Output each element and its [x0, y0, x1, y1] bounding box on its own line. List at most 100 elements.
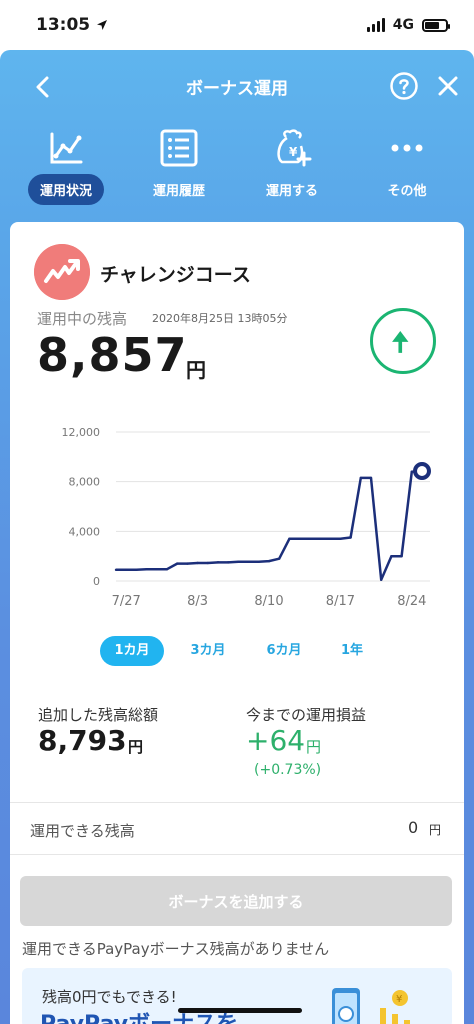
data-point	[267, 559, 271, 563]
series-line	[116, 469, 423, 582]
divider	[10, 802, 464, 803]
data-point	[339, 537, 342, 540]
status-right: 4G	[366, 17, 450, 33]
balance-chart: 0 4,000 8,000 12,000 7/27 8/3 8/10 8/17 8/24	[20, 414, 460, 624]
tab-label: 運用する	[265, 184, 319, 199]
location-arrow-icon	[97, 20, 108, 30]
balance-date: 2020年8月25日 13時05分	[152, 312, 288, 325]
data-point	[329, 537, 332, 540]
period-1-month[interactable]: 1カ月	[100, 636, 164, 666]
period-3-months[interactable]: 3カ月	[176, 636, 240, 666]
page-title: ボーナス運用	[186, 78, 288, 99]
data-point	[206, 561, 209, 565]
promo-illustration: ¥	[332, 988, 410, 1024]
x-tick-label: 8/24	[397, 594, 426, 609]
home-indicator	[178, 1008, 302, 1013]
data-point	[114, 568, 118, 572]
y-tick-label: 4,000	[69, 525, 101, 538]
trend-up-icon	[34, 244, 90, 300]
available-balance-unit: 円	[429, 823, 442, 837]
svg-text:¥: ¥	[396, 994, 402, 1005]
data-point	[298, 537, 301, 540]
list-icon	[160, 129, 198, 167]
data-point	[410, 470, 413, 473]
data-point	[165, 568, 169, 571]
profit-percent: (+0.73%)	[254, 762, 322, 778]
chart-svg: 0 4,000 8,000 12,000 7/27 8/3 8/10 8/17 8/24	[62, 426, 431, 609]
data-point	[349, 536, 352, 539]
available-balance-label: 運用できる残高	[30, 822, 135, 840]
data-point	[135, 568, 138, 572]
svg-text:¥: ¥	[289, 145, 298, 159]
promo-line1: 残高0円でもできる!	[42, 988, 177, 1006]
data-point	[125, 568, 128, 572]
x-tick-label: 8/10	[254, 594, 283, 609]
data-point	[318, 537, 322, 540]
balance-unit: 円	[186, 358, 206, 382]
data-point	[369, 476, 373, 480]
profit-unit: 円	[306, 738, 322, 756]
up-arrow-icon	[370, 308, 436, 374]
balance-amount: 8,857	[37, 328, 188, 382]
data-point	[186, 562, 189, 565]
signal-icon	[366, 18, 385, 32]
available-balance-value: 0	[408, 818, 419, 837]
back-icon[interactable]	[28, 72, 58, 102]
added-total-label: 追加した残高総額	[38, 706, 159, 724]
data-point	[176, 562, 179, 565]
data-point	[278, 557, 281, 560]
data-point	[227, 561, 230, 564]
help-icon[interactable]	[389, 71, 419, 101]
data-point	[196, 561, 199, 565]
data-point	[359, 476, 362, 480]
clock: 13:05	[36, 15, 91, 35]
more-icon	[391, 144, 423, 152]
x-tick-label: 8/3	[187, 594, 208, 609]
current-value-marker	[413, 462, 431, 481]
balance-label: 運用中の残高	[37, 310, 128, 328]
data-point	[288, 537, 291, 540]
data-point	[155, 568, 158, 571]
y-tick-label: 8,000	[69, 476, 101, 489]
data-point	[216, 561, 220, 564]
tab-label: 運用履歴	[152, 184, 206, 199]
period-1-year[interactable]: 1年	[320, 636, 384, 666]
no-bonus-message: 運用できるPayPayボーナス残高がありません	[22, 940, 330, 958]
tab-status[interactable]: 運用状況	[8, 122, 124, 212]
add-bonus-button[interactable]: ボーナスを追加する	[20, 876, 452, 926]
period-6-months[interactable]: 6カ月	[252, 636, 316, 666]
data-point	[257, 560, 260, 563]
data-point	[400, 554, 403, 558]
promo-banner[interactable]: 残高0円でもできる! PayPayボーナスを ¥	[22, 968, 452, 1024]
profit-label: 今までの運用損益	[246, 706, 367, 724]
data-point	[390, 554, 393, 558]
status-time: 13:05	[36, 15, 108, 35]
network-label: 4G	[392, 17, 414, 33]
divider	[10, 854, 464, 855]
tab-label: 運用状況	[27, 174, 105, 205]
added-total-unit: 円	[128, 738, 144, 756]
added-total-value: 8,793	[38, 724, 127, 757]
y-tick-label: 12,000	[62, 426, 101, 439]
tab-invest[interactable]: ¥ 運用する	[234, 122, 350, 212]
tab-bar: 運用状況 運用履歴 ¥ 運用する その他	[0, 122, 474, 212]
data-point	[145, 568, 148, 571]
data-point	[308, 537, 311, 540]
course-name: チャレンジコース	[100, 264, 251, 286]
x-tick-label: 8/17	[326, 594, 355, 609]
close-icon[interactable]	[434, 72, 462, 100]
tab-history[interactable]: 運用履歴	[121, 122, 237, 212]
money-bag-plus-icon: ¥	[277, 129, 312, 167]
status-bar: 13:05 4G	[0, 0, 474, 50]
data-point	[247, 560, 250, 563]
tab-other[interactable]: その他	[349, 122, 465, 212]
x-tick-label: 7/27	[112, 594, 141, 609]
data-point	[237, 560, 240, 563]
battery-icon	[422, 18, 450, 32]
data-point	[380, 578, 383, 581]
tab-label: その他	[387, 184, 427, 199]
line-chart-icon	[50, 132, 83, 164]
period-selector: 1カ月 3カ月 6カ月 1年	[100, 636, 400, 666]
nav-bar: ボーナス運用	[0, 58, 474, 114]
investment-card: チャレンジコース 運用中の残高 2020年8月25日 13時05分 8,857 …	[10, 222, 464, 1024]
